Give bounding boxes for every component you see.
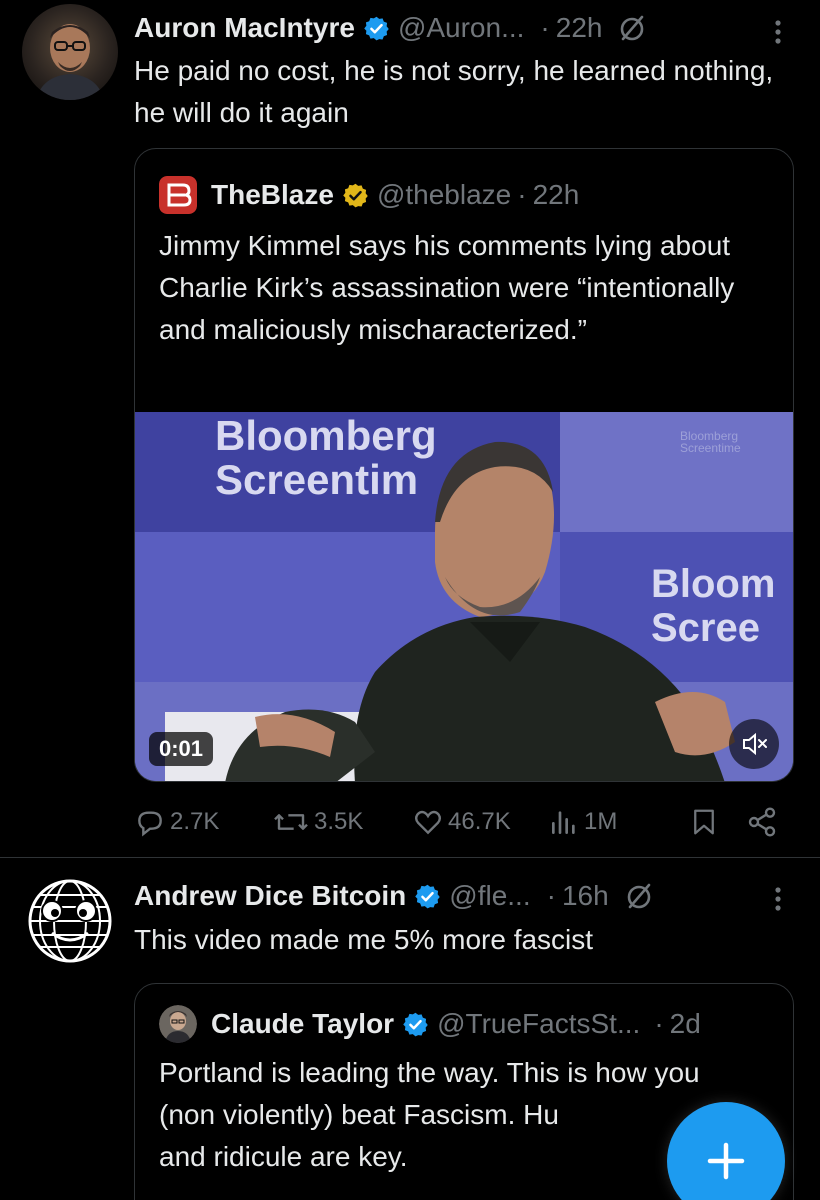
bookmark-button[interactable] — [689, 806, 723, 838]
repost-button[interactable]: 3.5K — [272, 806, 363, 838]
backdrop-brand-text: Bloomberg Screentim — [215, 412, 437, 503]
video-player[interactable]: Bloomberg Screentim Bloom Scree Bloomberg S… — [135, 412, 793, 781]
post-time[interactable]: 16h — [562, 880, 609, 912]
quote-time[interactable]: 2d — [670, 1008, 701, 1040]
mute-icon — [743, 732, 767, 756]
views-count: 1M — [584, 808, 618, 835]
reply-count: 2.7K — [170, 808, 220, 835]
avatar-auron[interactable] — [22, 4, 118, 100]
like-count: 46.7K — [448, 808, 511, 835]
backdrop-brand-right-text: Bloom Scree — [651, 562, 776, 650]
reply-button[interactable]: 2.7K — [134, 806, 219, 838]
quote-header: Claude Taylor @TrueFactsSt... · 2d — [159, 1004, 701, 1044]
reply-icon — [138, 811, 162, 837]
verified-gold-badge-icon — [343, 183, 368, 207]
share-icon — [748, 807, 776, 837]
mute-button[interactable] — [729, 719, 779, 769]
repost-icon — [274, 814, 308, 830]
tweet-header: Auron MacIntyre @Auron... · 22h — [134, 8, 648, 48]
avatar-andrew[interactable] — [22, 873, 118, 969]
author-handle[interactable]: @fle... — [449, 880, 530, 912]
quote-text-lines-1-2: Portland is leading the way. This is how… — [159, 1057, 700, 1130]
separator-dot: · — [654, 1008, 664, 1039]
grok-icon[interactable] — [616, 12, 648, 44]
views-icon — [552, 811, 575, 834]
backdrop-small-text: Bloomberg Screentime — [680, 429, 741, 455]
separator-dot: · — [546, 880, 556, 911]
repost-count: 3.5K — [314, 808, 364, 835]
bookmark-icon — [694, 809, 714, 835]
quote-author-handle[interactable]: @TrueFactsSt... — [437, 1008, 640, 1040]
author-handle[interactable]: @Auron... — [398, 12, 524, 44]
tweet-auron[interactable]: Auron MacIntyre @Auron... · 22h He paid … — [0, 0, 820, 858]
quote-text: Jimmy Kimmel says his comments lying abo… — [159, 230, 735, 345]
plus-icon — [707, 1142, 745, 1180]
quote-author-name[interactable]: TheBlaze — [211, 179, 334, 211]
more-vertical-icon[interactable] — [762, 883, 794, 915]
tweet-text: This video made me 5% more fascist — [134, 924, 594, 955]
tweet-actions: 2.7K 3.5K 46.7K 1M — [134, 802, 794, 842]
avatar-claude-icon — [159, 1005, 197, 1043]
separator-dot: · — [517, 179, 527, 210]
verified-badge-icon — [364, 16, 389, 40]
tweet-andrew[interactable]: Andrew Dice Bitcoin @fle... · 16h This v… — [0, 859, 820, 1200]
author-name[interactable]: Andrew Dice Bitcoin — [134, 880, 406, 912]
quoted-tweet[interactable]: TheBlaze @theblaze · 22h Jimmy Kimmel sa… — [134, 148, 794, 782]
tweet-header: Andrew Dice Bitcoin @fle... · 16h — [134, 876, 655, 916]
tweet-text: He paid no cost, he is not sorry, he lea… — [134, 55, 774, 128]
quote-author-name[interactable]: Claude Taylor — [211, 1008, 394, 1040]
like-button[interactable]: 46.7K — [412, 806, 511, 838]
grok-icon[interactable] — [623, 880, 655, 912]
video-duration-badge: 0:01 — [149, 732, 214, 766]
quote-time[interactable]: 22h — [533, 179, 580, 211]
quote-author-handle[interactable]: @theblaze — [377, 179, 511, 211]
more-vertical-icon[interactable] — [762, 16, 794, 48]
author-name[interactable]: Auron MacIntyre — [134, 12, 355, 44]
verified-badge-icon — [415, 884, 441, 908]
views-button[interactable]: 1M — [548, 806, 617, 838]
separator-dot: · — [540, 12, 550, 43]
like-icon — [414, 810, 442, 835]
quote-header: TheBlaze @theblaze · 22h — [159, 175, 579, 215]
verified-badge-icon — [403, 1012, 428, 1036]
post-time[interactable]: 22h — [556, 12, 603, 44]
blaze-logo-icon — [159, 176, 197, 214]
share-button[interactable] — [746, 806, 782, 838]
